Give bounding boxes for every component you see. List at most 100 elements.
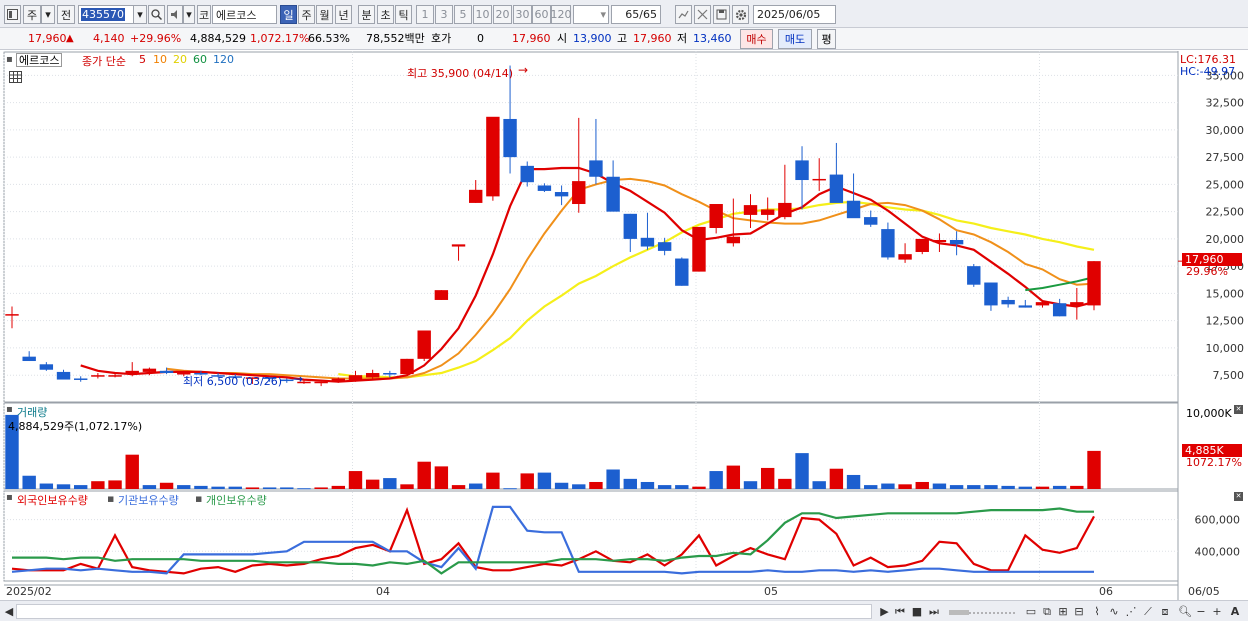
volume-caption: 4,884,529주(1,072.17%) — [8, 420, 143, 433]
stock-name-field[interactable]: 에르코스 — [212, 5, 277, 24]
candle-body — [503, 118, 517, 158]
panel-menu-icon[interactable]: ▪ — [6, 54, 13, 65]
volume-bar — [864, 485, 878, 489]
candle-body — [1052, 303, 1067, 317]
chart-mode-icon[interactable] — [4, 5, 21, 24]
volume-bar — [589, 481, 603, 489]
moving-averages — [80, 166, 1095, 383]
candle-body — [39, 364, 54, 370]
zoom-icon[interactable]: 🔍︎ — [1178, 604, 1192, 619]
zoom-in-icon[interactable]: + — [1211, 604, 1223, 619]
draw-channel-icon[interactable]: ⋰ — [1124, 604, 1138, 619]
minute-5-button[interactable]: 5 — [454, 5, 472, 24]
candle-body — [314, 381, 328, 384]
speaker-icon[interactable] — [167, 5, 183, 24]
zoom-out-icon[interactable]: − — [1195, 604, 1207, 619]
draw-trend-icon[interactable]: ∿ — [1107, 604, 1121, 619]
fast-forward-icon[interactable]: ⏭ — [927, 604, 941, 619]
speaker-dropdown-icon[interactable]: ▾ — [183, 5, 195, 24]
legend-foreign: 외국인보유수량 — [17, 494, 88, 507]
prev-button[interactable]: 전 — [57, 5, 75, 24]
layout-1-icon[interactable]: ▭ — [1024, 604, 1038, 619]
drawing-tool-icon[interactable] — [694, 5, 711, 24]
volume-bar — [211, 486, 225, 489]
period-yearly-button[interactable]: 년 — [335, 5, 352, 24]
data-table-icon[interactable] — [9, 71, 22, 86]
price-panel-title[interactable]: 에르코스 — [16, 53, 63, 67]
scroll-left-icon[interactable]: ◀ — [4, 604, 14, 619]
up-arrow-icon: ▲ — [66, 33, 74, 44]
candle-body — [1070, 302, 1084, 306]
high-price: 17,960 — [633, 32, 672, 45]
period-monthly-button[interactable]: 월 — [316, 5, 333, 24]
volume-bar — [125, 454, 139, 489]
volume-bar — [348, 471, 363, 489]
holding-panel-frame — [3, 490, 1179, 582]
volume-bar — [22, 475, 36, 489]
volume-panel-frame — [3, 402, 1179, 490]
minute-1-button[interactable]: 1 — [416, 5, 434, 24]
code-dropdown-icon[interactable]: ▾ — [133, 5, 147, 24]
candle-body — [812, 178, 826, 181]
chart-svg[interactable]: 35,00032,50030,00027,50025,00022,50020,0… — [0, 51, 1248, 600]
stock-code-input[interactable]: 435570 — [78, 5, 134, 24]
draw-pattern-icon[interactable]: ⟋ — [1141, 604, 1155, 619]
period-tick-button[interactable]: 틱 — [395, 5, 412, 24]
save-icon[interactable] — [713, 5, 730, 24]
screenshot-icon[interactable]: ⧈ — [1158, 604, 1172, 619]
buy-button[interactable]: 매수 — [740, 29, 773, 49]
volume-bar — [760, 467, 775, 489]
scroll-right-icon[interactable]: ▶ — [878, 604, 891, 619]
rewind-icon[interactable]: ⏮ — [893, 604, 907, 619]
sell-button[interactable]: 매도 — [778, 29, 812, 49]
font-size-icon[interactable]: A — [1228, 604, 1242, 619]
holding-close-icon[interactable]: ✕ — [1234, 492, 1243, 501]
candle-body — [142, 368, 157, 372]
volume-close-icon[interactable]: ✕ — [1234, 405, 1243, 414]
scroll-track[interactable] — [16, 604, 872, 619]
holding-menu-icon[interactable]: ▪ — [6, 492, 13, 503]
period-weekly-button[interactable]: 주 — [298, 5, 315, 24]
period-minute-button[interactable]: 분 — [358, 5, 375, 24]
minute-10-button[interactable]: 10 — [473, 5, 492, 24]
volume-bar — [1035, 486, 1050, 489]
layout-2-icon[interactable]: ⧉ — [1040, 604, 1054, 619]
volume-bar — [932, 483, 947, 489]
search-icon[interactable] — [148, 5, 165, 24]
period-daily-button[interactable]: 일 — [280, 5, 297, 24]
draw-line-icon[interactable]: ⌇ — [1090, 604, 1104, 619]
candle-body — [159, 370, 174, 374]
volume-menu-icon[interactable]: ▪ — [6, 404, 13, 415]
layout-4-icon[interactable]: ⊟ — [1072, 604, 1086, 619]
legend-sep-2: ▪ — [195, 492, 203, 505]
candle-body — [486, 116, 500, 197]
minute-30-button[interactable]: 30 — [513, 5, 532, 24]
minute-120-button[interactable]: 120 — [551, 5, 572, 24]
quote-price: 17,960 — [512, 32, 551, 45]
market-dropdown-icon[interactable]: ▾ — [41, 5, 55, 24]
indicator-icon[interactable] — [675, 5, 692, 24]
minute-60-button[interactable]: 60 — [532, 5, 551, 24]
volume-bar — [743, 481, 758, 489]
chart-area[interactable]: 35,000 32,500 30,000 27,500 25,000 22,500 20,0… — [0, 51, 1248, 600]
gear-icon[interactable] — [732, 5, 749, 24]
zoom-slider[interactable] — [948, 604, 1018, 619]
axes: 35,00032,50030,00027,50025,00022,50020,0… — [6, 69, 1244, 598]
data-count-field[interactable]: 65/65 — [611, 5, 661, 24]
layout-3-icon[interactable]: ⊞ — [1056, 604, 1070, 619]
volume-bar — [1087, 450, 1101, 489]
legend-ma10: 10 — [153, 53, 167, 66]
minute-3-button[interactable]: 3 — [435, 5, 453, 24]
date-input[interactable]: 2025/06/05 — [753, 5, 836, 24]
evaluate-button[interactable]: 평 — [817, 29, 836, 49]
volume-bar — [881, 483, 895, 489]
custom-period-select[interactable]: ▾ — [573, 5, 609, 24]
volume-bar — [709, 471, 723, 489]
candle-body — [22, 356, 36, 362]
minute-20-button[interactable]: 20 — [493, 5, 512, 24]
candle-body — [1087, 261, 1101, 306]
period-second-button[interactable]: 초 — [377, 5, 394, 24]
market-toggle-button[interactable]: 주 — [23, 5, 41, 24]
stop-icon[interactable]: ■ — [910, 604, 924, 619]
grid — [3, 51, 1179, 600]
